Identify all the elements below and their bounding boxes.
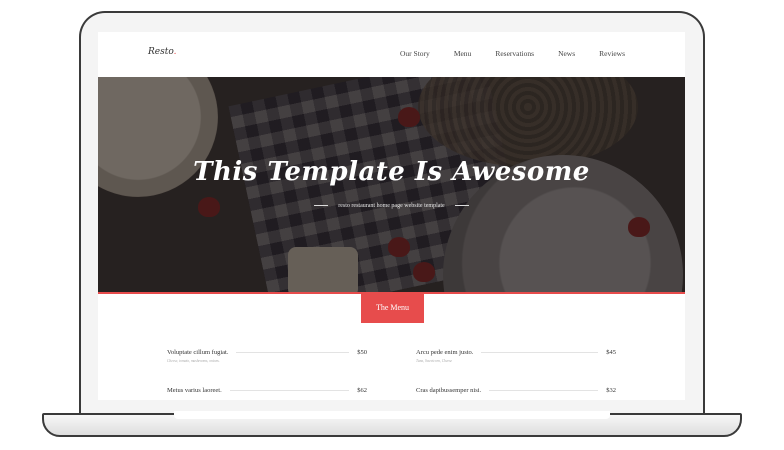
menu-item-leader: [236, 352, 350, 353]
hero-banner: This Template Is Awesome resto restauran…: [98, 77, 685, 292]
nav-item-reservations[interactable]: Reservations: [495, 49, 534, 58]
laptop-base-notch: [174, 411, 610, 419]
logo-text: Resto: [148, 47, 174, 57]
menu-item-row: Voluptate cillum fugiat. $50: [167, 349, 367, 356]
menu-item[interactable]: Voluptate cillum fugiat. $50 Cheese, tom…: [167, 349, 367, 363]
hero-title: This Template Is Awesome: [193, 157, 590, 187]
menu-item-price: $32: [606, 387, 616, 394]
nav-item-menu[interactable]: Menu: [454, 49, 472, 58]
site-logo[interactable]: Resto.: [148, 47, 176, 57]
menu-item-name: Voluptate cillum fugiat.: [167, 349, 229, 356]
menu-item-row: Cras dapibussemper nisi. $32: [416, 387, 616, 394]
menu-item[interactable]: Cras dapibussemper nisi. $32: [416, 387, 616, 397]
subtitle-rule-right: [454, 205, 469, 207]
menu-item-price: $62: [357, 387, 367, 394]
menu-item-description: Tuna, Sweetcorn, Cheese: [416, 359, 453, 363]
menu-item[interactable]: Arcu pede enim justo. $45 Tuna, Sweetcor…: [416, 349, 616, 363]
menu-item-name: Arcu pede enim justo.: [416, 349, 474, 356]
menu-item-row: Arcu pede enim justo. $45: [416, 349, 616, 356]
logo-dot: .: [173, 47, 177, 57]
menu-item-name: Metus varius laoreet.: [167, 387, 222, 394]
nav-item-reviews[interactable]: Reviews: [599, 49, 625, 58]
nav-item-news[interactable]: News: [558, 49, 575, 58]
laptop-screen: Resto. Our Story Menu Reservations News …: [98, 32, 685, 400]
menu-item-description: Cheese, tomato, mushrooms, onions.: [167, 359, 220, 363]
hero-subtitle: resto restaurant home page website templ…: [338, 203, 445, 209]
subtitle-rule-left: [314, 205, 329, 207]
menu-item-leader: [481, 352, 599, 353]
menu-item[interactable]: Metus varius laoreet. $62: [167, 387, 367, 397]
menu-item-leader: [489, 390, 599, 391]
nav-menu: Our Story Menu Reservations News Reviews: [400, 49, 625, 58]
menu-item-row: Metus varius laoreet. $62: [167, 387, 367, 394]
nav-item-our-story[interactable]: Our Story: [400, 49, 430, 58]
menu-item-price: $50: [357, 349, 367, 356]
menu-section-badge[interactable]: The Menu: [361, 292, 424, 323]
menu-item-leader: [229, 390, 350, 391]
hero-subtitle-row: resto restaurant home page website templ…: [98, 203, 685, 209]
menu-item-name: Cras dapibussemper nisi.: [416, 387, 482, 394]
top-navigation: Resto. Our Story Menu Reservations News …: [98, 32, 685, 77]
menu-item-price: $45: [606, 349, 616, 356]
